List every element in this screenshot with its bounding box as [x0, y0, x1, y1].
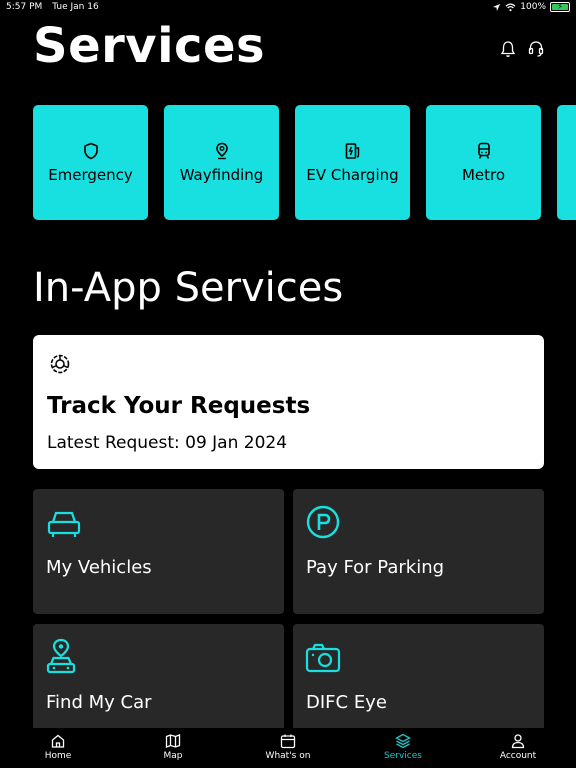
pay-for-parking-card[interactable]: Pay For Parking — [293, 489, 544, 614]
car-location-icon — [46, 638, 76, 674]
quick-tile-wayfinding[interactable]: Wayfinding — [164, 105, 279, 220]
quick-tile-label: Metro — [461, 165, 506, 184]
tab-label: Account — [499, 751, 537, 761]
tab-home[interactable]: Home — [18, 733, 98, 761]
parking-icon — [306, 505, 340, 539]
section-title: In-App Services — [33, 265, 344, 311]
quick-tile-ev-charging[interactable]: EV Charging — [295, 105, 410, 220]
quick-tile-label: EV Charging — [306, 165, 399, 184]
user-icon — [511, 734, 525, 749]
card-label: Find My Car — [46, 692, 152, 713]
quick-tile-metro[interactable]: Metro — [426, 105, 541, 220]
quick-services-row[interactable]: Emergency Wayfinding EV Charging Metro — [33, 105, 576, 220]
wifi-icon — [505, 2, 516, 11]
camera-icon — [305, 643, 341, 673]
my-vehicles-card[interactable]: My Vehicles — [33, 489, 284, 614]
track-requests-title: Track Your Requests — [47, 393, 311, 419]
headset-icon[interactable] — [528, 40, 544, 58]
calendar-icon — [280, 734, 296, 749]
battery-icon: ⚡ — [550, 2, 570, 12]
train-icon — [477, 142, 490, 159]
tab-label: Services — [384, 751, 422, 761]
home-icon — [51, 734, 65, 748]
card-label: DIFC Eye — [306, 692, 387, 713]
card-label: My Vehicles — [46, 557, 152, 578]
map-icon — [165, 734, 181, 748]
latest-request-text: Latest Request: 09 Jan 2024 — [47, 433, 288, 453]
tab-whats-on[interactable]: What's on — [248, 733, 328, 761]
quick-tile-emergency[interactable]: Emergency — [33, 105, 148, 220]
tab-bar: Home Map What's on Services Account — [0, 728, 576, 768]
tab-label: Home — [44, 751, 72, 761]
battery-percent: 100% — [520, 2, 546, 12]
tab-services[interactable]: Services — [363, 733, 443, 761]
track-requests-card[interactable]: Track Your Requests Latest Request: 09 J… — [33, 335, 544, 469]
tab-label: What's on — [265, 751, 311, 761]
tab-account[interactable]: Account — [478, 733, 558, 761]
layers-icon — [395, 733, 411, 749]
car-icon — [47, 511, 81, 537]
tab-map[interactable]: Map — [133, 733, 213, 761]
location-pin-icon — [215, 142, 228, 159]
quick-tile-partial[interactable] — [557, 105, 576, 220]
status-bar: 5:57 PM Tue Jan 16 100% ⚡ — [0, 0, 576, 16]
ev-charger-icon — [345, 142, 359, 159]
status-date: Tue Jan 16 — [52, 2, 99, 12]
gear-icon — [50, 354, 70, 374]
bell-icon[interactable] — [500, 40, 516, 58]
quick-tile-label: Emergency — [48, 165, 133, 184]
tab-label: Map — [163, 751, 183, 761]
shield-icon — [83, 142, 98, 159]
card-label: Pay For Parking — [306, 557, 445, 578]
location-arrow-icon — [493, 3, 501, 11]
quick-tile-label: Wayfinding — [179, 165, 264, 184]
status-time: 5:57 PM — [6, 2, 43, 12]
page-title: Services — [33, 18, 266, 74]
